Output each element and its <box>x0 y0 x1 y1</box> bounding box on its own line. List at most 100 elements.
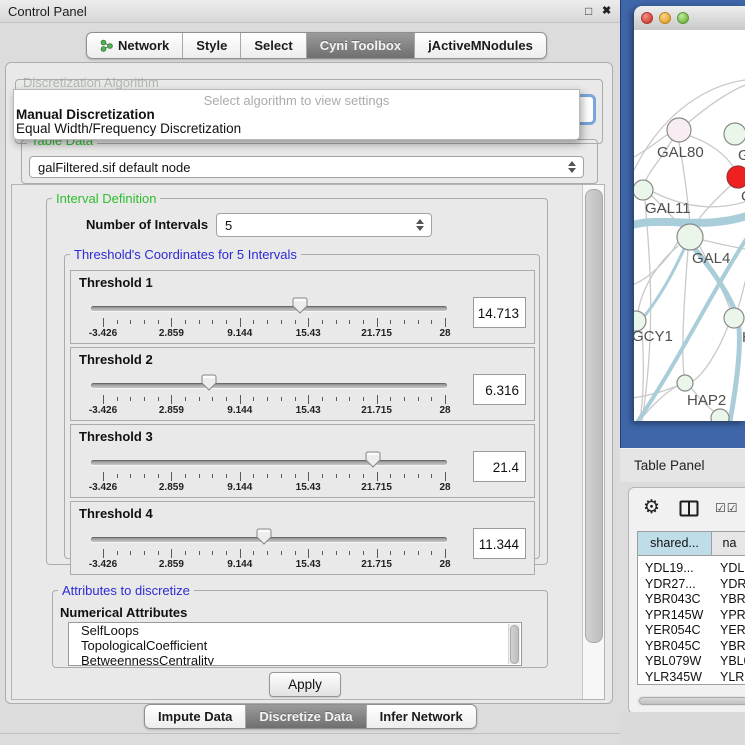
network-node-green[interactable] <box>677 224 703 250</box>
attribute-list-item[interactable]: TopologicalCoefficient <box>69 638 521 653</box>
minor-tick <box>281 397 282 401</box>
cell-name[interactable]: YDL1 <box>712 561 745 577</box>
cell-name[interactable]: YLR3 <box>712 670 745 686</box>
column-header-shared-name[interactable]: shared... <box>638 532 712 555</box>
node-label-gal80: GAL80 <box>657 144 704 161</box>
number-of-intervals-combo[interactable]: 5 <box>216 213 432 237</box>
network-node-green[interactable] <box>724 123 745 145</box>
tick-label: 28 <box>415 328 475 339</box>
thresholds-group-title: Threshold's Coordinates for 5 Intervals <box>70 247 301 262</box>
numerical-attributes-list[interactable]: SelfLoopsTopologicalCoefficientBetweenne… <box>68 622 522 666</box>
horizontal-scrollbar[interactable] <box>637 696 745 706</box>
network-canvas[interactable]: GAL80GACGAL11GAL4GCY1HHAP2 <box>634 30 745 421</box>
network-window-titlebar[interactable] <box>634 6 745 31</box>
table-row[interactable]: YLR345WYLR3 <box>638 670 745 686</box>
tab-cyni-toolbox[interactable]: Cyni Toolbox <box>306 33 414 58</box>
cell-name[interactable]: YBR0 <box>712 592 745 608</box>
threshold-value-field[interactable]: 21.4 <box>473 451 526 482</box>
minor-tick <box>295 474 296 478</box>
cell-name[interactable]: YER0 <box>712 623 745 639</box>
major-tick <box>308 318 309 327</box>
tab-style[interactable]: Style <box>182 33 240 58</box>
network-node-green[interactable] <box>677 375 693 391</box>
major-tick <box>103 318 104 327</box>
tab-select[interactable]: Select <box>240 33 305 58</box>
table-data-combo[interactable]: galFiltered.sif default node <box>29 156 584 178</box>
table-panel-header: Table Panel <box>620 448 745 482</box>
checkbox-icons[interactable]: ☑☑ <box>715 501 739 515</box>
gear-icon[interactable]: ⚙ <box>643 496 660 519</box>
minor-tick <box>418 320 419 324</box>
split-view-icon[interactable] <box>679 500 699 522</box>
network-node-red[interactable] <box>727 166 745 188</box>
cell-name[interactable]: YBR0 <box>712 639 745 655</box>
cell-shared-name[interactable]: YLR345W <box>638 670 712 686</box>
close-traffic-light[interactable] <box>641 12 653 24</box>
popup-option-equal-width-frequency[interactable]: Equal Width/Frequency Discretization <box>16 121 241 136</box>
slider-track[interactable] <box>91 460 447 465</box>
cell-shared-name[interactable]: YPR145W <box>638 608 712 624</box>
node-table: shared... na YDL19...YDL1YDR27...YDR2YBR… <box>637 531 745 685</box>
edge[interactable] <box>693 326 728 381</box>
tab-impute-data[interactable]: Impute Data <box>145 705 245 728</box>
threshold-value-field[interactable]: 14.713 <box>473 297 526 328</box>
network-node-green[interactable] <box>711 409 729 421</box>
cell-name[interactable]: YBL0 <box>712 654 745 670</box>
table-row[interactable]: YBR043CYBR0 <box>638 592 745 608</box>
popup-hint: Select algorithm to view settings <box>14 93 579 108</box>
slider-thumb[interactable] <box>200 374 218 392</box>
slider-thumb[interactable] <box>291 297 309 315</box>
major-tick <box>377 395 378 404</box>
tab-discretize-data[interactable]: Discretize Data <box>245 705 365 728</box>
cell-shared-name[interactable]: YDR27... <box>638 577 712 593</box>
horizontal-scrollbar-thumb[interactable] <box>639 697 745 705</box>
cell-shared-name[interactable]: YBR043C <box>638 592 712 608</box>
edge[interactable] <box>634 242 678 285</box>
tab-jactivemnodules[interactable]: jActiveMNodules <box>414 33 546 58</box>
minimize-traffic-light[interactable] <box>659 12 671 24</box>
apply-button[interactable]: Apply <box>269 672 341 697</box>
popup-option-manual-discretization[interactable]: Manual Discretization <box>16 107 155 122</box>
slider-track[interactable] <box>91 306 447 311</box>
table-row[interactable]: YDR27...YDR2 <box>638 577 745 593</box>
slider-thumb[interactable] <box>255 528 273 546</box>
threshold-value-field[interactable]: 11.344 <box>473 528 526 559</box>
edge[interactable] <box>683 250 688 376</box>
edge[interactable] <box>689 85 745 122</box>
cell-shared-name[interactable]: YDL19... <box>638 561 712 577</box>
tab-infer-network[interactable]: Infer Network <box>366 705 476 728</box>
edge[interactable] <box>738 282 745 308</box>
table-row[interactable]: YBL079WYBL0 <box>638 654 745 670</box>
cell-name[interactable]: YDR2 <box>712 577 745 593</box>
network-node-pink[interactable] <box>667 118 691 142</box>
tab-network[interactable]: Network <box>87 33 182 58</box>
slider-track[interactable] <box>91 383 447 388</box>
cell-name[interactable]: YPR1 <box>712 608 745 624</box>
zoom-traffic-light[interactable] <box>677 12 689 24</box>
cell-shared-name[interactable]: YER054C <box>638 623 712 639</box>
table-row[interactable]: YDL19...YDL1 <box>638 561 745 577</box>
minor-tick <box>322 320 323 324</box>
table-row[interactable]: YER054CYER0 <box>638 623 745 639</box>
cell-shared-name[interactable]: YBL079W <box>638 654 712 670</box>
column-header-name[interactable]: na <box>712 532 745 555</box>
slider-thumb[interactable] <box>364 451 382 469</box>
table-row[interactable]: YPR145WYPR1 <box>638 608 745 624</box>
float-window-icon[interactable]: □ <box>585 4 592 18</box>
attribute-list-item[interactable]: SelfLoops <box>69 623 521 638</box>
tab-label: Select <box>254 33 292 58</box>
close-icon[interactable]: ✖ <box>602 4 611 17</box>
table-row[interactable]: YBR045CYBR0 <box>638 639 745 655</box>
cell-shared-name[interactable]: YBR045C <box>638 639 712 655</box>
network-node-green[interactable] <box>724 308 744 328</box>
minor-tick <box>390 397 391 401</box>
minor-tick <box>390 551 391 555</box>
vertical-scrollbar[interactable] <box>582 185 604 699</box>
attribute-list-item[interactable]: BetweennessCentrality <box>69 653 521 666</box>
vertical-scrollbar-thumb[interactable] <box>585 189 603 643</box>
network-node-green[interactable] <box>634 180 653 200</box>
minor-tick <box>349 320 350 324</box>
list-scrollbar[interactable] <box>508 624 520 664</box>
threshold-value-field[interactable]: 6.316 <box>473 374 526 405</box>
list-scrollbar-thumb[interactable] <box>510 625 519 664</box>
